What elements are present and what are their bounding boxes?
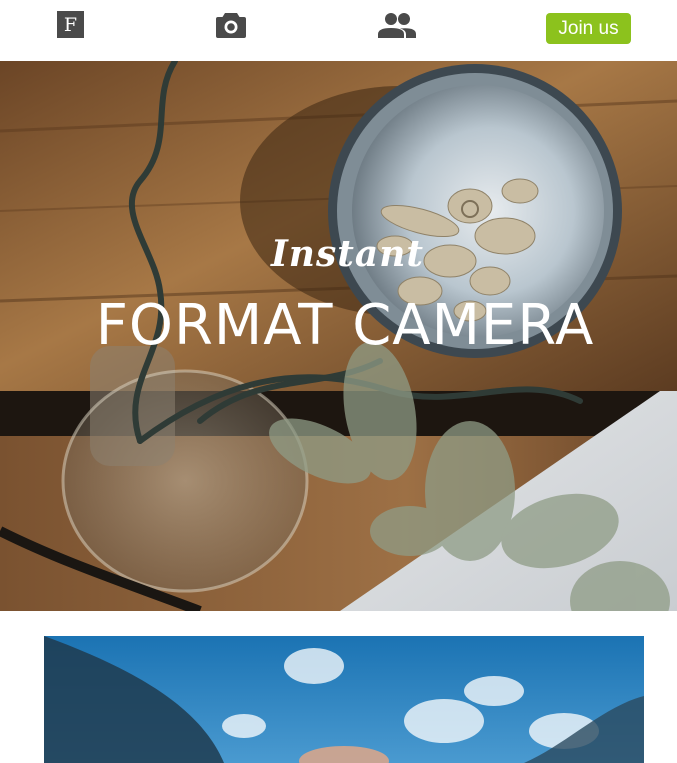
- hero-script-text: Instant: [270, 233, 425, 275]
- hero-banner: Instant FORMAT CAMERA: [0, 61, 677, 611]
- f-logo-icon[interactable]: F: [57, 11, 84, 38]
- top-nav: F Join us: [0, 0, 677, 61]
- join-us-button[interactable]: Join us: [546, 13, 631, 44]
- people-icon[interactable]: [377, 11, 417, 39]
- sky-photo: [44, 636, 644, 763]
- sky-photo-image: [44, 636, 644, 763]
- hero-title: FORMAT CAMERA: [95, 293, 595, 358]
- camera-icon[interactable]: [214, 9, 248, 41]
